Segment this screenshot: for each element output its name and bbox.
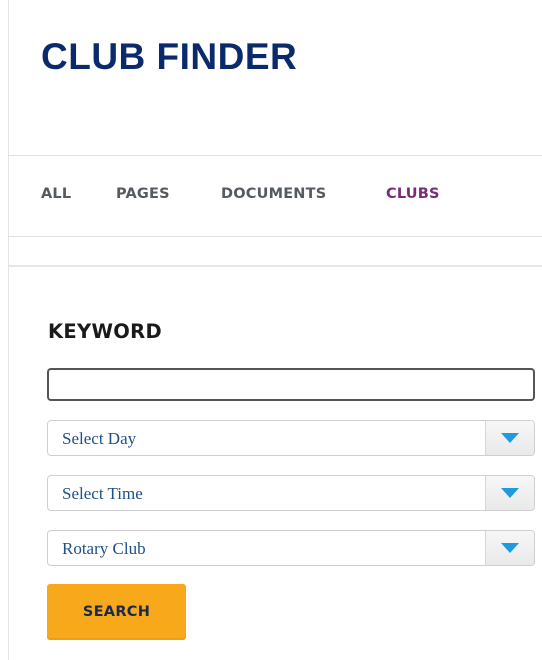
club-type-select-value: Rotary Club (62, 539, 146, 558)
keyword-input[interactable] (47, 368, 535, 401)
tab-clubs[interactable]: CLUBS (386, 186, 440, 202)
search-button[interactable]: SEARCH (47, 584, 186, 640)
time-select-value: Select Time (62, 484, 143, 503)
tab-documents[interactable]: DOCUMENTS (221, 186, 326, 202)
day-select-toggle[interactable] (485, 421, 534, 455)
keyword-label: KEYWORD (48, 320, 162, 343)
tab-all[interactable]: ALL (41, 186, 71, 202)
day-select-value: Select Day (62, 429, 137, 448)
chevron-down-icon (501, 433, 519, 443)
search-tabs: ALL PAGES DOCUMENTS CLUBS (9, 156, 542, 237)
section-divider (9, 265, 542, 267)
time-select[interactable]: Select Time (47, 475, 535, 511)
time-select-toggle[interactable] (485, 476, 534, 510)
chevron-down-icon (501, 488, 519, 498)
header: CLUB FINDER (9, 0, 542, 156)
club-type-select-toggle[interactable] (485, 531, 534, 565)
page-title: CLUB FINDER (41, 36, 298, 77)
day-select[interactable]: Select Day (47, 420, 535, 456)
chevron-down-icon (501, 543, 519, 553)
club-finder-panel: CLUB FINDER ALL PAGES DOCUMENTS CLUBS KE… (8, 0, 542, 660)
club-type-select[interactable]: Rotary Club (47, 530, 535, 566)
tab-pages[interactable]: PAGES (116, 186, 170, 202)
